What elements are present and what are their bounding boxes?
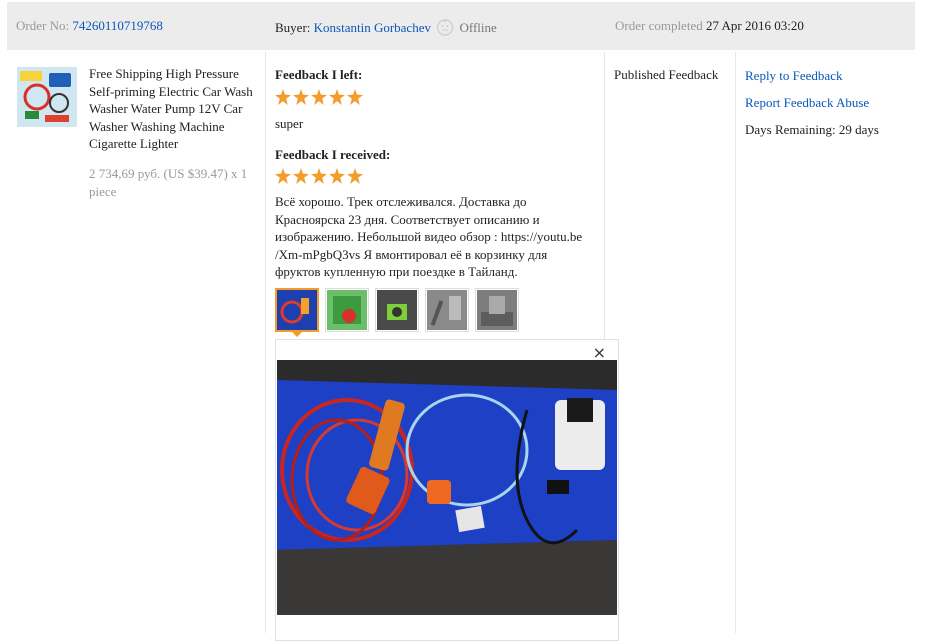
star-icon bbox=[329, 89, 345, 105]
buyer-label: Buyer: bbox=[275, 20, 311, 35]
star-icon bbox=[347, 168, 363, 184]
star-icon bbox=[293, 168, 309, 184]
product-title[interactable]: Free Shipping High Pressure Self-priming… bbox=[89, 65, 259, 153]
star-icon bbox=[293, 89, 309, 105]
buyer-name-link[interactable]: Konstantin Gorbachev bbox=[314, 20, 431, 35]
product-price: 2 734,69 руб. (US $39.47) x 1 piece bbox=[89, 166, 248, 199]
column-divider bbox=[265, 52, 266, 633]
photo-viewer: × bbox=[275, 339, 619, 641]
product-image[interactable] bbox=[17, 67, 77, 127]
star-icon bbox=[275, 168, 291, 184]
reply-to-feedback-link[interactable]: Reply to Feedback bbox=[745, 68, 842, 83]
face-offline-icon bbox=[437, 19, 454, 36]
star-icon bbox=[311, 89, 327, 105]
buyer-status: Offline bbox=[459, 20, 497, 35]
star-icon bbox=[347, 89, 363, 105]
order-completed: Order completed 27 Apr 2016 03:20 bbox=[615, 18, 804, 34]
order-header: Order No: 74260110719768 Buyer: Konstant… bbox=[7, 2, 915, 50]
feedback-photo-thumb[interactable] bbox=[325, 288, 369, 332]
feedback-received-rating bbox=[275, 168, 365, 184]
buyer-info: Buyer: Konstantin Gorbachev Offline bbox=[275, 18, 497, 36]
column-divider bbox=[735, 52, 736, 633]
feedback-photo-thumb[interactable] bbox=[475, 288, 519, 332]
photo-viewer-image bbox=[277, 360, 617, 615]
feedback-status: Published Feedback bbox=[614, 67, 719, 82]
feedback-photo-strip bbox=[275, 288, 519, 332]
star-icon bbox=[329, 168, 345, 184]
order-completed-label: Order completed bbox=[615, 18, 703, 33]
report-feedback-abuse-link[interactable]: Report Feedback Abuse bbox=[745, 95, 869, 110]
feedback-left-heading: Feedback I left: bbox=[275, 67, 363, 82]
star-icon bbox=[311, 168, 327, 184]
order-number-label: Order No: bbox=[16, 18, 70, 33]
order-number: Order No: 74260110719768 bbox=[16, 18, 163, 34]
star-icon bbox=[275, 89, 291, 105]
feedback-photo-thumb[interactable] bbox=[425, 288, 469, 332]
days-remaining: Days Remaining: 29 days bbox=[745, 122, 879, 137]
order-number-link[interactable]: 74260110719768 bbox=[72, 18, 163, 33]
feedback-photo-thumb[interactable] bbox=[375, 288, 419, 332]
selected-photo-indicator bbox=[290, 330, 304, 337]
feedback-left-text: super bbox=[275, 116, 304, 131]
feedback-actions: Reply to Feedback Report Feedback Abuse … bbox=[745, 67, 879, 148]
order-completed-date: 27 Apr 2016 03:20 bbox=[705, 18, 804, 33]
feedback-photo-thumb[interactable] bbox=[275, 288, 319, 332]
feedback-received-heading: Feedback I received: bbox=[275, 147, 391, 162]
feedback-received-text: Всё хорошо. Трек отслеживался. Доставка … bbox=[275, 194, 583, 279]
feedback-left-rating bbox=[275, 89, 365, 105]
